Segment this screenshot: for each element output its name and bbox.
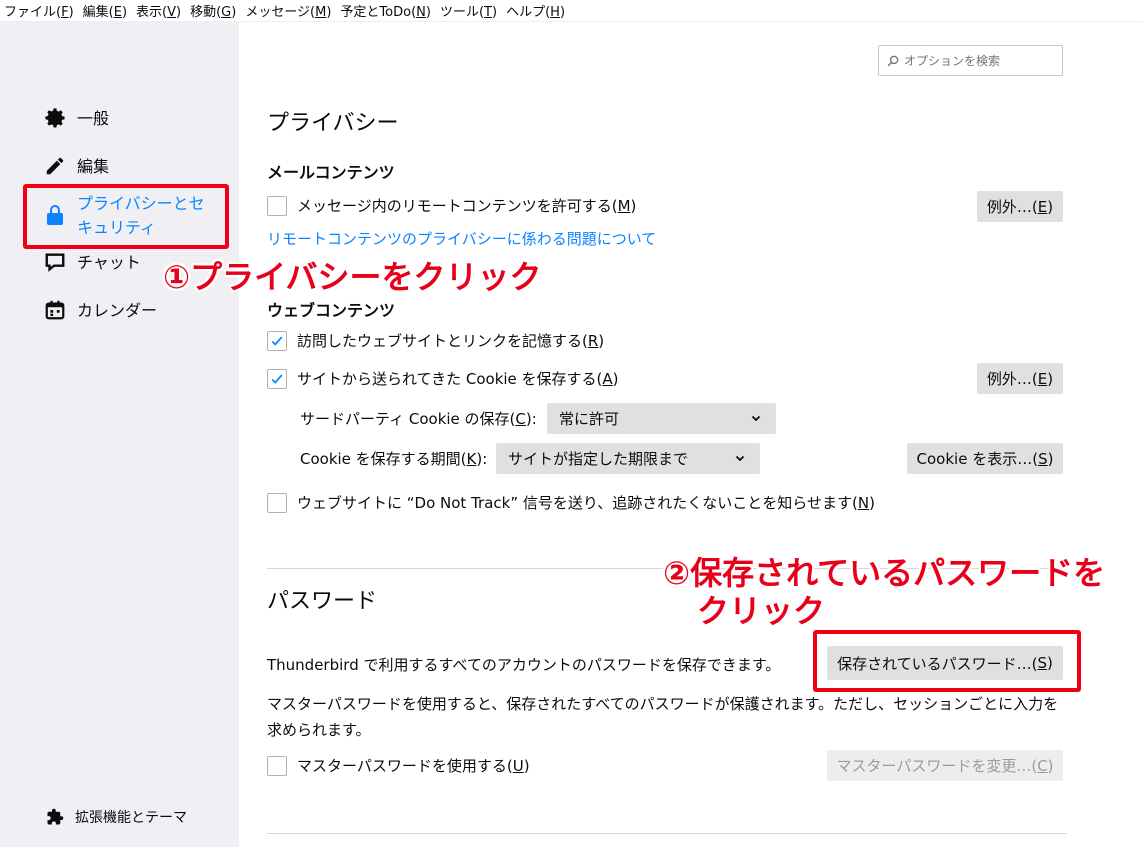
use-master-password-row: マスターパスワードを使用する(U) <box>267 755 530 776</box>
calendar-icon <box>42 299 68 321</box>
accept-cookies-row: サイトから送られてきた Cookie を保存する(A) <box>267 368 619 389</box>
remote-content-privacy-link[interactable]: リモートコンテンツのプライバシーに係わる問題について <box>267 228 656 249</box>
keep-cookies-value: サイトが指定した期限まで <box>508 450 689 468</box>
passwords-description: Thunderbird で利用するすべてのアカウントのパスワードを保存できます。 <box>267 656 781 674</box>
annotation-step2-line1: ②保存されているパスワードを <box>663 554 1106 592</box>
menu-help[interactable]: ヘルプ(H) <box>506 1 565 20</box>
do-not-track-row: ウェブサイトに “Do Not Track” 信号を送り、追跡されたくないことを… <box>267 492 875 513</box>
sidebar-item-general[interactable]: 一般 <box>42 107 109 131</box>
menu-events-tasks[interactable]: 予定とToDo(N) <box>340 1 431 20</box>
checkmark-icon <box>271 373 283 384</box>
show-cookies-button[interactable]: Cookie を表示…(S) <box>907 443 1063 474</box>
menu-edit[interactable]: 編集(E) <box>83 1 127 20</box>
pencil-icon <box>42 155 68 177</box>
accept-cookies-label[interactable]: サイトから送られてきた Cookie を保存する(A) <box>297 368 619 389</box>
sidebar-item-calendar[interactable]: カレンダー <box>42 299 157 323</box>
privacy-title: プライバシー <box>267 111 399 136</box>
annotation-step2-line2: クリック <box>697 592 826 630</box>
section-divider-bottom <box>267 833 1067 834</box>
keep-cookies-select[interactable]: サイトが指定した期限まで <box>496 443 760 474</box>
gear-icon <box>42 107 68 129</box>
history-row: 訪問したウェブサイトとリンクを記憶する(R) <box>267 330 604 351</box>
do-not-track-label[interactable]: ウェブサイトに “Do Not Track” 信号を送り、追跡されたくないことを… <box>297 492 875 513</box>
sidebar-item-label: 編集 <box>77 157 110 176</box>
passwords-title: パスワード <box>267 589 378 614</box>
history-checkbox[interactable] <box>267 330 287 351</box>
change-master-password-button[interactable]: マスターパスワードを変更…(C) <box>827 750 1063 781</box>
third-party-cookies-label: サードパーティ Cookie の保存(C): <box>300 410 537 428</box>
checkmark-icon <box>271 335 283 346</box>
menu-message[interactable]: メッセージ(M) <box>245 1 331 20</box>
remote-content-label[interactable]: メッセージ内のリモートコンテンツを許可する(M) <box>297 195 636 216</box>
sidebar-item-label: 一般 <box>77 109 110 128</box>
remote-exceptions-button[interactable]: 例外…(E) <box>977 191 1063 222</box>
search-placeholder: オプションを検索 <box>904 54 1001 68</box>
web-content-heading: ウェブコンテンツ <box>267 301 396 320</box>
sidebar-item-label: チャット <box>77 253 141 272</box>
menu-bar: ファイル(F) 編集(E) 表示(V) 移動(G) メッセージ(M) 予定とTo… <box>0 0 1142 22</box>
third-party-cookies-value: 常に許可 <box>559 410 620 428</box>
menu-view[interactable]: 表示(V) <box>136 1 181 20</box>
chevron-down-icon <box>735 455 745 462</box>
history-label[interactable]: 訪問したウェブサイトとリンクを記憶する(R) <box>297 330 604 351</box>
remote-content-checkbox[interactable] <box>267 195 287 216</box>
puzzle-icon <box>46 808 64 826</box>
sidebar-addons-themes[interactable]: 拡張機能とテーマ <box>46 807 187 827</box>
remote-content-row: メッセージ内のリモートコンテンツを許可する(M) <box>267 195 636 216</box>
search-icon <box>887 55 899 67</box>
sidebar-item-compose[interactable]: 編集 <box>42 155 109 179</box>
do-not-track-checkbox[interactable] <box>267 492 287 513</box>
accept-cookies-checkbox[interactable] <box>267 368 287 389</box>
mail-content-heading: メールコンテンツ <box>267 163 395 182</box>
use-master-password-checkbox[interactable] <box>267 755 287 776</box>
keep-cookies-label: Cookie を保存する期間(K): <box>300 450 488 468</box>
sidebar-item-label: カレンダー <box>77 301 158 320</box>
annotation-step1: ①プライバシーをクリック <box>163 258 542 296</box>
sidebar-item-chat[interactable]: チャット <box>42 251 141 275</box>
annotation-box-saved-passwords <box>813 630 1081 692</box>
cookie-exceptions-button[interactable]: 例外…(E) <box>977 363 1063 394</box>
menu-go[interactable]: 移動(G) <box>190 1 236 20</box>
master-password-description: マスターパスワードを使用すると、保存されたすべてのパスワードが保護されます。ただ… <box>267 695 1059 739</box>
chat-icon <box>42 251 68 273</box>
annotation-box-privacy <box>23 184 229 249</box>
sidebar: 一般 編集 プライバシーとセキュリティ チャット カレンダー 拡張機能とテーマ <box>0 22 239 847</box>
use-master-password-label[interactable]: マスターパスワードを使用する(U) <box>297 755 530 776</box>
search-input[interactable]: オプションを検索 <box>878 45 1063 76</box>
chevron-down-icon <box>751 415 761 422</box>
sidebar-addons-label: 拡張機能とテーマ <box>75 810 187 826</box>
menu-tools[interactable]: ツール(T) <box>440 1 497 20</box>
menu-file[interactable]: ファイル(F) <box>4 1 74 20</box>
third-party-cookies-select[interactable]: 常に許可 <box>547 403 776 434</box>
